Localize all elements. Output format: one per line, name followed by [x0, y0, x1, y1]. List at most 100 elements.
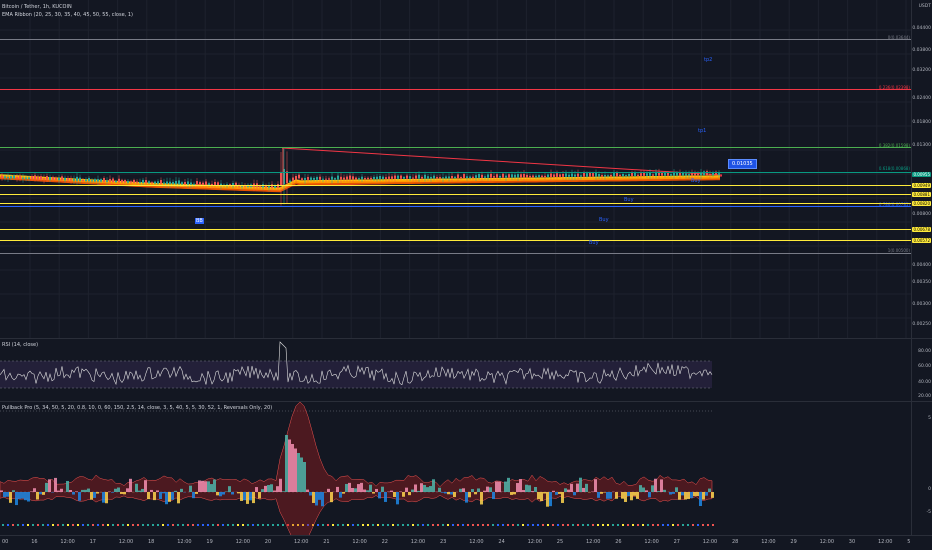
oscillator-bar — [141, 488, 144, 492]
oscillator-bar — [174, 490, 177, 492]
oscillator-bar — [594, 479, 597, 492]
candle-body — [580, 175, 582, 177]
rsi-canvas[interactable] — [0, 339, 912, 401]
signal-dot — [72, 524, 74, 526]
oscillator-bar — [87, 488, 90, 492]
candle-body — [574, 174, 576, 177]
oscillator-bar — [213, 479, 216, 492]
oscillator-bar — [522, 490, 525, 492]
candle-body — [352, 176, 354, 180]
candle-body — [367, 177, 369, 180]
signal-dot — [662, 524, 664, 526]
oscillator-bar — [396, 492, 399, 505]
signal-dot — [542, 524, 544, 526]
oscillator-bar — [513, 492, 516, 495]
candle-body — [355, 177, 357, 180]
oscillator-legend[interactable]: Pullback Pro (5, 34, 50, 5, 20, 0.8, 10,… — [2, 405, 272, 411]
rsi-axis-label: 60.00 — [918, 364, 931, 369]
oscillator-bar — [429, 486, 432, 492]
currency-label[interactable]: USDT — [919, 4, 931, 9]
candle-body — [553, 174, 555, 177]
oscillator-bar — [93, 492, 96, 498]
ema-ribbon-legend[interactable]: EMA Ribbon (20, 25, 30, 35, 40, 45, 50, … — [2, 12, 133, 18]
signal-dot — [92, 524, 94, 526]
signal-dot — [222, 524, 224, 526]
oscillator-bar — [348, 482, 351, 492]
oscillator-bar — [411, 489, 414, 492]
oscillator-bar — [441, 492, 444, 493]
signal-dot — [77, 524, 79, 526]
candle-body — [496, 174, 498, 178]
signal-dot — [402, 524, 404, 526]
pullback-oscillator-pane[interactable]: Pullback Pro (5, 34, 50, 5, 20, 0.8, 10,… — [0, 402, 912, 536]
candle-body — [463, 174, 465, 179]
candle-body — [439, 177, 441, 179]
candle-body — [418, 174, 420, 179]
time-axis[interactable]: 00 16 12:00 17 12:00 18 12:00 19 12:00 20 12:00 21 1… — [0, 535, 932, 550]
oscillator-bar — [150, 489, 153, 492]
signal-dot — [632, 524, 634, 526]
oscillator-bar — [351, 488, 354, 492]
signal-dot — [102, 524, 104, 526]
candle-body — [55, 177, 57, 180]
rsi-axis-label: 20.00 — [918, 394, 931, 399]
yellow-level-1 — [0, 185, 912, 186]
oscillator-bar — [6, 492, 9, 497]
price-label: 0.03200 — [912, 68, 931, 73]
oscillator-bar — [384, 492, 387, 502]
candle-body — [607, 175, 609, 177]
yellow-level-5 — [0, 240, 912, 241]
candle-body — [475, 175, 477, 178]
level-tag: 0.00820 — [912, 201, 931, 206]
main-chart-pane[interactable]: Bitcoin / Tether, 1h, KUCOIN EMA Ribbon … — [0, 0, 912, 338]
signal-dot — [647, 524, 649, 526]
candle-body — [664, 172, 666, 176]
candle-body — [601, 175, 603, 177]
oscillator-canvas[interactable] — [0, 402, 912, 536]
candle-body — [427, 176, 429, 179]
signal-dot — [252, 524, 254, 526]
candle-body — [400, 175, 402, 179]
oscillator-bar — [204, 481, 207, 492]
price-chart-canvas[interactable] — [0, 0, 912, 338]
signal-dot — [547, 524, 549, 526]
candle-body — [73, 178, 75, 181]
signal-dot — [242, 524, 244, 526]
oscillator-bar — [549, 492, 552, 507]
rsi-pane[interactable]: RSI (14, close) — [0, 339, 912, 401]
price-callout[interactable]: 0.01035 — [728, 159, 757, 169]
oscillator-bar — [678, 492, 681, 500]
oscillator-bar — [156, 490, 159, 492]
candle-body — [685, 173, 687, 176]
signal-dot — [62, 524, 64, 526]
symbol-legend[interactable]: Bitcoin / Tether, 1h, KUCOIN — [2, 4, 72, 10]
candle-body — [295, 176, 297, 180]
candle-body — [550, 173, 552, 177]
oscillator-bar — [300, 457, 303, 492]
signal-dot — [612, 524, 614, 526]
rsi-legend[interactable]: RSI (14, close) — [2, 342, 38, 348]
signal-dot — [467, 524, 469, 526]
signal-dot — [502, 524, 504, 526]
candle-body — [166, 181, 168, 184]
signal-dot — [457, 524, 459, 526]
candle-body — [502, 173, 504, 178]
time-axis-label: 12:00 — [60, 539, 75, 545]
oscillator-bar — [12, 490, 15, 492]
osc-axis-label: 0 — [928, 487, 931, 492]
time-axis-label: 12:00 — [702, 539, 718, 545]
candle-body — [466, 176, 468, 178]
signal-dot — [477, 524, 479, 526]
signal-dot — [327, 524, 329, 526]
price-axis[interactable]: USDT 0.04400 0.03800 0.03200 0.02400 0.0… — [911, 0, 932, 536]
time-axis-label: 00 — [2, 539, 9, 545]
oscillator-bar — [600, 492, 603, 494]
buy-signal-2: Buy — [624, 197, 634, 203]
time-axis-label: 12:00 — [761, 539, 776, 545]
candle-body — [517, 174, 519, 178]
candle-body — [667, 172, 669, 176]
oscillator-bar — [168, 492, 171, 502]
signal-dot — [617, 524, 619, 526]
oscillator-bar — [525, 484, 528, 492]
oscillator-bar — [42, 492, 45, 495]
